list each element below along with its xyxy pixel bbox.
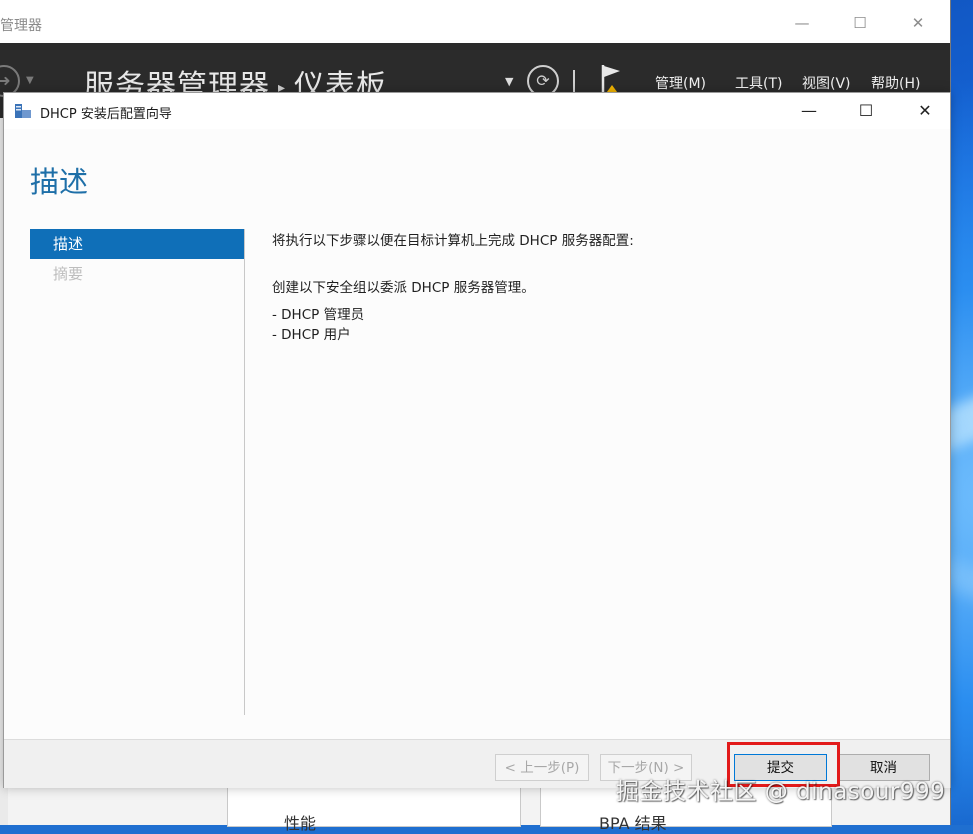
wizard-step-description[interactable]: 描述 bbox=[30, 229, 244, 259]
list-item: - DHCP 用户 bbox=[272, 327, 351, 343]
minimize-icon[interactable]: — bbox=[794, 99, 824, 123]
prev-button[interactable]: < 上一步(P) bbox=[495, 754, 589, 781]
wizard-step-summary: 摘要 bbox=[53, 265, 84, 283]
dialog-titlebar: DHCP 安装后配置向导 — ☐ ✕ bbox=[4, 93, 950, 129]
description-panel: 将执行以下步骤以便在目标计算机上完成 DHCP 服务器配置: 创建以下安全组以委… bbox=[272, 229, 912, 343]
page-title: 描述 bbox=[30, 165, 89, 199]
wizard-steps: 描述 摘要 bbox=[30, 229, 244, 289]
chevron-down-icon[interactable]: ▼ bbox=[26, 75, 34, 86]
close-icon[interactable]: ✕ bbox=[910, 99, 940, 123]
description-intro: 将执行以下步骤以便在目标计算机上完成 DHCP 服务器配置: bbox=[272, 233, 634, 249]
tile-label-performance[interactable]: 性能 bbox=[284, 810, 316, 834]
divider bbox=[244, 229, 245, 715]
menu-manage[interactable]: 管理(M) bbox=[655, 73, 706, 93]
watermark: 掘金技术社区 @ dinasour999 bbox=[616, 779, 946, 805]
server-icon bbox=[15, 104, 31, 118]
chevron-down-icon[interactable]: ▼ bbox=[505, 75, 513, 88]
divider bbox=[573, 70, 575, 92]
dialog-content: 描述 描述 摘要 将执行以下步骤以便在目标计算机上完成 DHCP 服务器配置: … bbox=[4, 129, 950, 739]
description-groups-intro: 创建以下安全组以委派 DHCP 服务器管理。 bbox=[272, 280, 535, 296]
maximize-icon[interactable]: ☐ bbox=[851, 99, 881, 123]
list-item: - DHCP 管理员 bbox=[272, 307, 365, 323]
minimize-icon[interactable]: — bbox=[791, 12, 813, 34]
server-manager-titlebar: 管理器 — ☐ ✕ bbox=[0, 0, 950, 46]
close-icon[interactable]: ✕ bbox=[907, 12, 929, 34]
menu-tools[interactable]: 工具(T) bbox=[735, 73, 782, 93]
maximize-icon[interactable]: ☐ bbox=[849, 12, 871, 34]
tile-label-bpa[interactable]: BPA 结果 bbox=[599, 810, 667, 834]
menu-view[interactable]: 视图(V) bbox=[802, 73, 851, 93]
dhcp-wizard-dialog: DHCP 安装后配置向导 — ☐ ✕ 描述 描述 摘要 将执行以下步骤以便在目标… bbox=[3, 92, 951, 788]
server-manager-title: 管理器 bbox=[0, 18, 42, 34]
menu-help[interactable]: 帮助(H) bbox=[871, 73, 920, 93]
dialog-title: DHCP 安装后配置向导 bbox=[40, 107, 172, 122]
